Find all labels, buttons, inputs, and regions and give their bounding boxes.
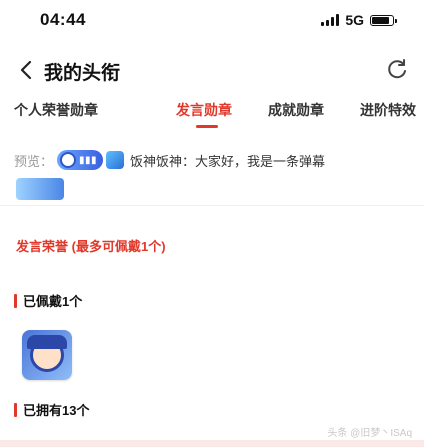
tab-achievement-medal[interactable]: 成就勋章	[268, 100, 324, 120]
page-title: 我的头衔	[44, 63, 121, 84]
group-worn-label: 已佩戴1个	[23, 294, 83, 309]
chevron-left-icon[interactable]	[14, 57, 38, 83]
tab-personal-honor[interactable]: 个人荣誉勋章	[14, 100, 98, 120]
divider	[0, 205, 424, 206]
status-time: 04:44	[40, 10, 86, 29]
danmaku-preview: 预览： ▮▮▮ 饭神饭神：大家好，我是一条弹幕	[14, 148, 414, 172]
group-marker	[14, 402, 17, 417]
section-title: 发言荣誉 (最多可佩戴1个)	[16, 236, 166, 255]
bottom-strip	[0, 440, 424, 447]
signal-icon	[321, 14, 340, 26]
battery-icon	[370, 14, 397, 26]
group-marker	[14, 293, 17, 308]
status-bar: 04:44 5G	[0, 0, 424, 44]
group-worn-header: 已佩戴1个	[14, 291, 82, 310]
refresh-icon[interactable]	[384, 56, 410, 82]
active-tab-indicator	[196, 125, 218, 128]
network-type: 5G	[345, 12, 364, 28]
preview-message: 饭神饭神：大家好，我是一条弹幕	[130, 153, 326, 169]
tab-bar: 个人荣誉勋章 发言勋章 成就勋章 进阶特效	[0, 96, 424, 130]
badge-ring-icon	[60, 152, 77, 168]
group-owned-label: 已拥有13个	[23, 403, 90, 418]
title-badge-icon: ▮▮▮	[57, 150, 104, 170]
preview-label: 预览：	[14, 153, 54, 169]
battery-level	[372, 16, 389, 24]
worn-medal-card[interactable]	[22, 330, 72, 380]
section-subtitle: (最多可佩戴1个)	[71, 239, 166, 254]
group-owned-header: 已拥有13个	[14, 400, 89, 419]
section-title-text: 发言荣誉	[16, 239, 69, 254]
medal-avatar-icon	[27, 335, 67, 372]
tab-speech-medal[interactable]: 发言勋章	[176, 100, 232, 120]
medal-mini-icon	[106, 151, 125, 169]
nav-bar: 我的头衔	[0, 52, 424, 88]
tab-advanced-effects[interactable]: 进阶特效	[360, 100, 416, 120]
badge-art-icon: ▮▮▮	[79, 154, 98, 166]
watermark: 头条 @旧梦丶ISAq	[327, 428, 412, 439]
preview-badge-icon	[16, 178, 64, 200]
status-icons: 5G	[321, 12, 397, 28]
